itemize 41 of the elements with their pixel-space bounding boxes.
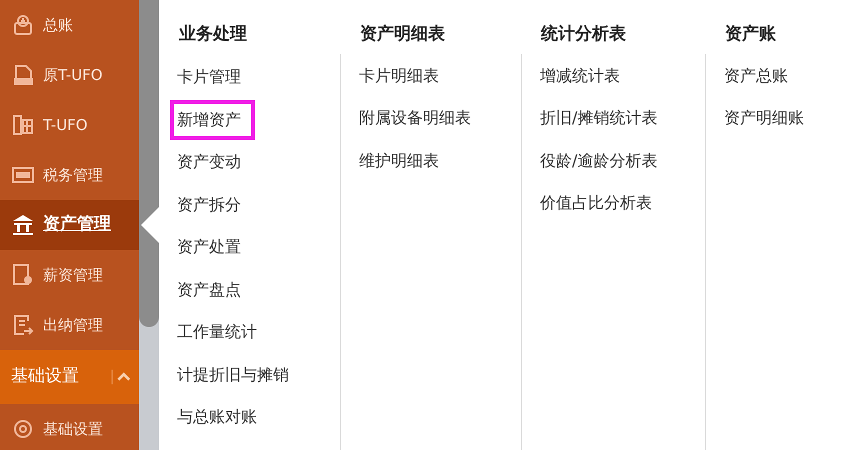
menu-item[interactable]: 资产明细账: [717, 98, 818, 138]
menu-item[interactable]: 折旧/摊销统计表: [533, 98, 672, 138]
sidebar-item[interactable]: T-UFO: [0, 100, 139, 150]
menu-item[interactable]: 增减统计表: [533, 56, 634, 96]
menu-item[interactable]: 资产盘点: [170, 270, 255, 310]
sidebar-item[interactable]: 出纳管理: [0, 300, 139, 350]
sidebar-item[interactable]: 总账: [0, 0, 139, 50]
column-heading: 资产明细表: [359, 23, 446, 46]
sidebar-item[interactable]: 税务管理: [0, 150, 139, 200]
collapse-icon[interactable]: [111, 368, 133, 386]
menu-item[interactable]: 新增资产: [170, 100, 255, 140]
menu-item[interactable]: 役龄/逾龄分析表: [533, 140, 672, 181]
menu-item[interactable]: 工作量统计: [170, 312, 271, 352]
scrollbar-thumb[interactable]: [139, 0, 159, 327]
bank-icon: [11, 213, 35, 237]
pointer-arrow: [139, 207, 159, 243]
sidebar-item[interactable]: 基础设置: [0, 404, 139, 450]
sidebar-item[interactable]: 薪资管理: [0, 250, 139, 300]
menu-item[interactable]: 资产处置: [170, 227, 255, 268]
settings-icon: [11, 417, 35, 441]
column-heading: 统计分析表: [540, 23, 627, 46]
payroll-icon: [11, 263, 35, 287]
menu-item[interactable]: 与总账对账: [170, 397, 271, 438]
table-icon: [11, 113, 35, 137]
sidebar-section[interactable]: 基础设置: [0, 350, 139, 404]
menu-item[interactable]: 价值占比分析表: [533, 183, 666, 224]
menu-item[interactable]: 资产拆分: [170, 184, 255, 225]
export-icon: [11, 313, 35, 337]
menu-item[interactable]: 卡片管理: [170, 57, 255, 98]
moneybag-icon: [11, 13, 35, 37]
menu-item[interactable]: 资产变动: [170, 142, 255, 182]
document-icon: [11, 63, 35, 87]
column-heading: 资产账: [724, 23, 777, 46]
menu-item[interactable]: 附属设备明细表: [352, 98, 485, 138]
menu-item[interactable]: 资产总账: [717, 56, 802, 96]
menu-item[interactable]: 维护明细表: [352, 140, 453, 181]
menu-item[interactable]: 计提折旧与摊销: [170, 354, 303, 395]
sidebar-item[interactable]: 原T-UFO: [0, 50, 139, 100]
menu-item[interactable]: 卡片明细表: [352, 56, 453, 96]
column-heading: 业务处理: [178, 23, 248, 46]
sidebar-item[interactable]: 资产管理: [0, 200, 139, 250]
